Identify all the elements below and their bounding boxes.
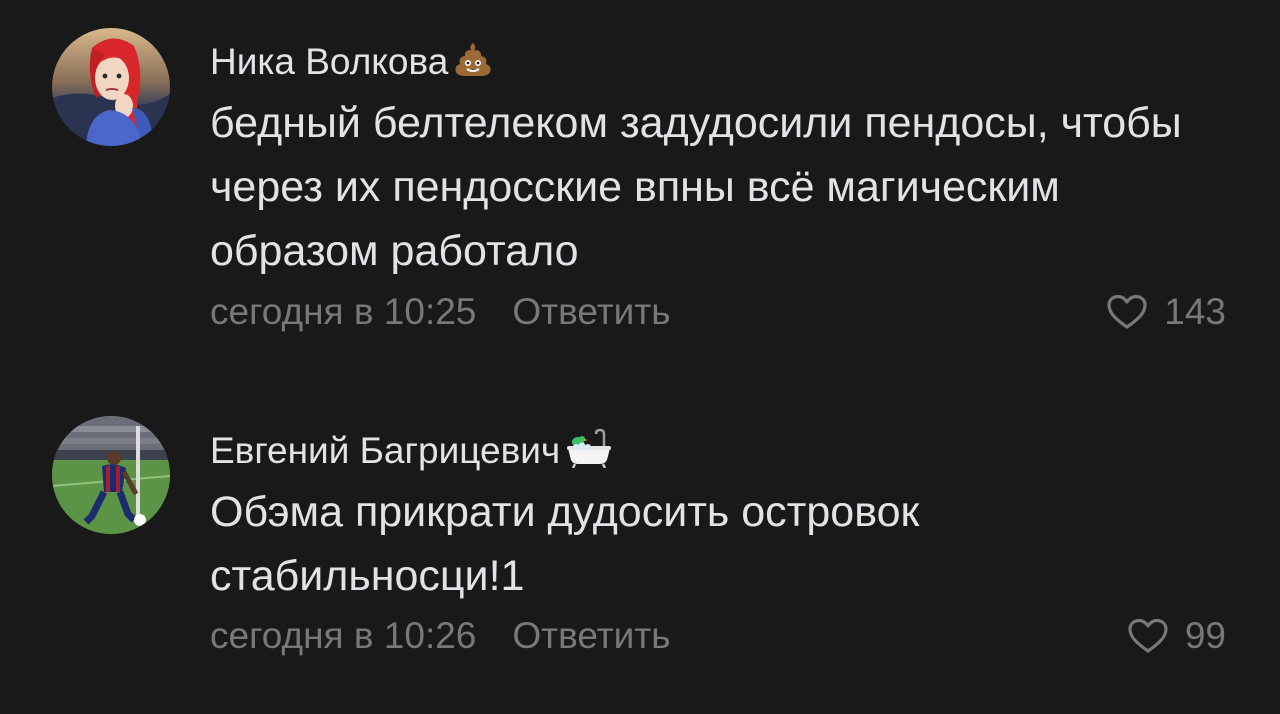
comment-author[interactable]: Ника Волкова [210, 40, 492, 87]
like-count: 143 [1164, 291, 1226, 332]
avatar[interactable] [52, 416, 170, 534]
heart-icon [1107, 294, 1147, 329]
author-name: Евгений Багрицевич [210, 429, 561, 471]
avatar-football-player-image [52, 416, 170, 534]
comment-meta: сегодня в 10:25 Ответить [210, 290, 671, 334]
comment-time: сегодня в 10:26 [210, 615, 477, 656]
comment-time: сегодня в 10:25 [210, 291, 477, 332]
comment-text: Обэма прикрати дудосить островок стабиль… [210, 488, 920, 600]
comment-author[interactable]: Евгений Багрицевич [210, 428, 612, 478]
like-button[interactable]: 143 [1106, 290, 1226, 334]
reply-button[interactable]: Ответить [512, 615, 670, 656]
author-name: Ника Волкова [210, 41, 449, 82]
pile-of-poo-icon [454, 41, 492, 87]
reply-button[interactable]: Ответить [512, 291, 670, 332]
like-count: 99 [1184, 615, 1226, 656]
comment-text: бедный белтелеком задудосили пендосы, чт… [210, 99, 1182, 275]
heart-icon [1128, 618, 1168, 653]
bathtub-icon [566, 428, 612, 478]
like-button[interactable]: 99 [1127, 614, 1226, 658]
avatar-cartoon-woman-image [52, 28, 170, 146]
comment-meta: сегодня в 10:26 Ответить [210, 614, 671, 658]
avatar[interactable] [52, 28, 170, 146]
